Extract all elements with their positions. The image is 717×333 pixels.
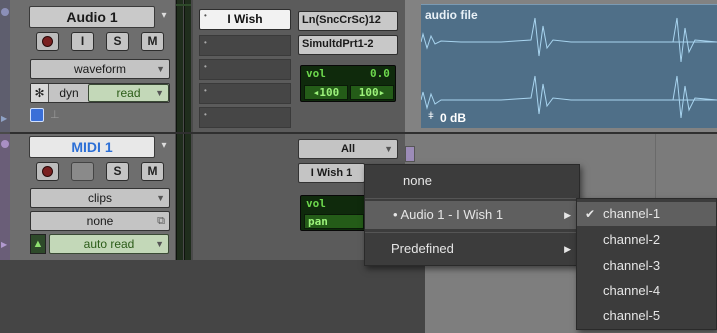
menu-item-predefined-label: Predefined bbox=[391, 241, 454, 256]
audio-vol-label: vol bbox=[306, 67, 326, 80]
record-icon bbox=[42, 166, 53, 177]
metronome-icon[interactable]: ▲ bbox=[30, 234, 46, 254]
audio-automation-mode-label: read bbox=[116, 86, 141, 100]
midi-vol-label: vol bbox=[306, 197, 326, 210]
audio-track-name[interactable]: Audio 1 bbox=[29, 6, 155, 28]
midi-insert-column bbox=[193, 134, 295, 260]
menu-item-audio-1-i-wish-1[interactable]: • Audio 1 - I Wish 1 ▶ bbox=[365, 201, 579, 229]
menu-item-none-label: none bbox=[403, 173, 432, 188]
empty-track-area bbox=[0, 260, 425, 333]
audio-insert-e[interactable]: • bbox=[199, 107, 291, 128]
audio-view-selector[interactable]: waveform ▼ bbox=[30, 59, 170, 79]
submenu-item-channel-1[interactable]: ✔ channel-1 bbox=[577, 202, 716, 226]
submenu-item-channel-3[interactable]: channel-3 bbox=[577, 254, 716, 278]
submenu-item-channel-2-label: channel-2 bbox=[603, 232, 661, 247]
midi-automation-mode-label: auto read bbox=[83, 237, 135, 251]
audio-level-meter-left bbox=[176, 0, 183, 132]
audio-insert-d[interactable]: • bbox=[199, 83, 291, 104]
patch-list-icon: ⧉ bbox=[157, 215, 165, 227]
midi-pan-control[interactable]: pan bbox=[304, 214, 364, 229]
record-icon bbox=[42, 36, 53, 47]
submenu-item-channel-4-label: channel-4 bbox=[603, 283, 661, 298]
audio-clip-waveform bbox=[421, 17, 717, 119]
chevron-down-icon: ▼ bbox=[155, 239, 164, 249]
audio-solo-button[interactable]: S bbox=[106, 32, 129, 51]
audio-track-color-icon[interactable] bbox=[30, 108, 44, 122]
insert-dot-icon: • bbox=[204, 110, 207, 119]
audio-record-enable-button[interactable] bbox=[36, 32, 59, 51]
midi-mute-button[interactable]: M bbox=[141, 162, 164, 181]
submenu-item-channel-5[interactable]: channel-5 bbox=[577, 304, 716, 328]
audio-mute-button[interactable]: M bbox=[141, 32, 164, 51]
submenu-item-channel-5-label: channel-5 bbox=[603, 308, 661, 323]
audio-level-meter-right bbox=[184, 0, 191, 132]
audio-input-path-selector[interactable]: Ln(SncCrSc)12 bbox=[298, 11, 398, 31]
audio-automation-mode-selector[interactable]: read ▼ bbox=[88, 84, 169, 102]
midi-patch-selector-label: none bbox=[86, 214, 114, 228]
midi-input-selector[interactable]: All ▼ bbox=[298, 139, 398, 159]
audio-insert-b[interactable]: • bbox=[199, 35, 291, 56]
audio-insert-a-label: I Wish bbox=[227, 12, 263, 26]
audio-track-expand-icon[interactable]: ▶ bbox=[1, 114, 7, 123]
midi-input-selector-label: All bbox=[340, 143, 356, 155]
audio-vol-value[interactable]: 0.0 bbox=[370, 67, 390, 80]
menu-separator bbox=[365, 198, 579, 199]
submenu-item-channel-1-label: channel-1 bbox=[603, 206, 661, 221]
midi-track-name[interactable]: MIDI 1 bbox=[29, 136, 155, 158]
submenu-item-channel-4[interactable]: channel-4 bbox=[577, 279, 716, 303]
midi-record-enable-button[interactable] bbox=[36, 162, 59, 181]
menu-item-none[interactable]: none bbox=[365, 167, 579, 195]
insert-dot-icon: • bbox=[204, 86, 207, 95]
pin-icon: ⊥ bbox=[50, 109, 60, 121]
midi-level-meter-left bbox=[176, 134, 183, 260]
midi-output-selector[interactable]: I Wish 1 bbox=[298, 163, 365, 183]
midi-track-name-dropdown-icon[interactable]: ▾ bbox=[157, 136, 171, 158]
menu-item-audio-1-i-wish-1-label: • Audio 1 - I Wish 1 bbox=[393, 207, 504, 222]
midi-automation-mode-selector[interactable]: auto read ▼ bbox=[49, 234, 169, 254]
submenu-item-channel-3-label: channel-3 bbox=[603, 258, 661, 273]
submenu-item-channel-2[interactable]: channel-2 bbox=[577, 228, 716, 252]
menu-item-predefined[interactable]: Predefined ▶ bbox=[365, 235, 579, 263]
audio-view-selector-label: waveform bbox=[73, 62, 126, 76]
chevron-down-icon: ▼ bbox=[384, 144, 393, 154]
audio-output-path-selector[interactable]: SimultdPrt1-2 bbox=[298, 35, 398, 55]
audio-track-collapse-icon[interactable] bbox=[1, 8, 9, 16]
audio-pan-left[interactable]: ◂100 bbox=[304, 85, 348, 100]
midi-view-selector[interactable]: clips ▼ bbox=[30, 188, 170, 208]
insert-dot-icon: • bbox=[204, 38, 207, 47]
midi-pan-label: pan bbox=[308, 215, 328, 228]
clip-gain-icon[interactable]: ǂ bbox=[428, 111, 434, 122]
midi-lane-marker bbox=[405, 146, 415, 162]
audio-pan-right[interactable]: 100▸ bbox=[350, 85, 394, 100]
audio-insert-c[interactable]: • bbox=[199, 59, 291, 80]
chevron-down-icon: ▼ bbox=[156, 64, 165, 74]
audio-insert-a[interactable]: • I Wish bbox=[199, 9, 291, 30]
audio-track-name-dropdown-icon[interactable]: ▾ bbox=[157, 6, 171, 28]
snowflake-icon[interactable]: ✻ bbox=[31, 84, 49, 102]
submenu-arrow-icon: ▶ bbox=[564, 244, 571, 254]
midi-solo-button[interactable]: S bbox=[106, 162, 129, 181]
chevron-down-icon: ▼ bbox=[155, 88, 164, 98]
chevron-down-icon: ▼ bbox=[156, 193, 165, 203]
midi-patch-selector[interactable]: none ⧉ bbox=[30, 211, 170, 231]
audio-clip-name: audio file bbox=[425, 8, 478, 22]
submenu-arrow-icon: ▶ bbox=[564, 210, 571, 220]
insert-dot-icon: • bbox=[204, 62, 207, 71]
midi-view-selector-label: clips bbox=[87, 191, 112, 205]
audio-automation-label: dyn bbox=[59, 86, 79, 100]
menu-separator bbox=[365, 232, 579, 233]
midi-input-monitor-button[interactable] bbox=[71, 162, 94, 181]
midi-track-collapse-icon[interactable] bbox=[1, 140, 9, 148]
audio-track-edge bbox=[0, 0, 10, 132]
midi-level-meter-right bbox=[184, 134, 191, 260]
midi-track-expand-icon[interactable]: ▶ bbox=[1, 240, 7, 249]
checkmark-icon: ✔ bbox=[585, 207, 596, 221]
audio-input-monitor-button[interactable]: I bbox=[71, 32, 94, 51]
audio-level-meter-fill bbox=[176, 4, 191, 6]
audio-clip-gain[interactable]: 0 dB bbox=[440, 111, 466, 125]
